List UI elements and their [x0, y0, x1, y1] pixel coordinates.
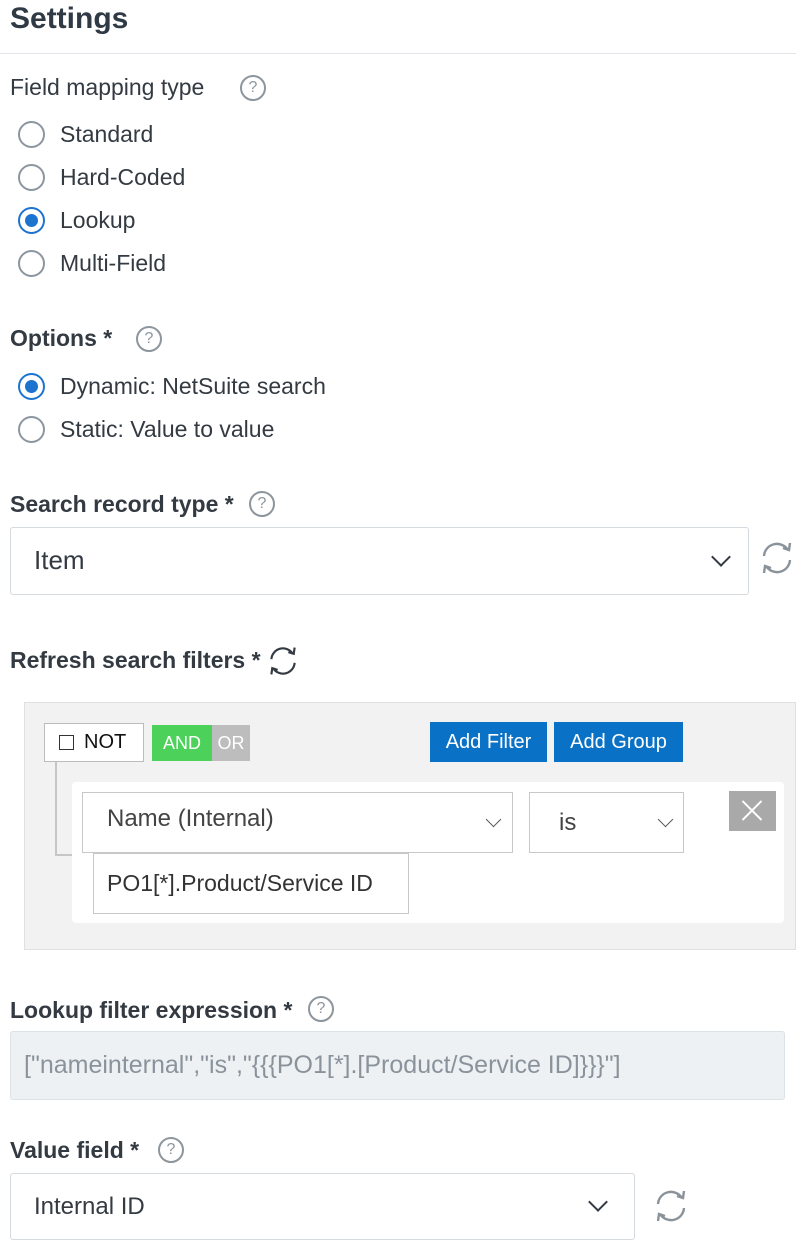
radio-static-label: Static: Value to value	[60, 415, 275, 442]
chevron-down-icon	[485, 811, 502, 828]
refresh-filters-icon[interactable]	[266, 644, 300, 678]
search-record-type-select[interactable]: Item	[10, 527, 749, 595]
filter-operator-value: is	[559, 809, 577, 836]
search-record-type-label: Search record type *	[10, 491, 234, 517]
refresh-search-filters-label: Refresh search filters *	[10, 647, 261, 673]
value-field-value: Internal ID	[34, 1193, 145, 1220]
value-field-label: Value field *	[10, 1137, 140, 1163]
lookup-filter-expression-field[interactable]: ["nameinternal","is","{{{PO1[*].[Product…	[10, 1031, 785, 1100]
options-help-icon[interactable]: ?	[136, 326, 162, 352]
options-label: Options *	[10, 325, 113, 351]
not-label: NOT	[84, 731, 127, 753]
radio-dynamic-netsuite-search[interactable]: Dynamic: NetSuite search	[18, 371, 326, 401]
title-divider	[0, 53, 796, 54]
page-title: Settings	[10, 2, 129, 35]
search-record-help-icon[interactable]: ?	[249, 491, 275, 517]
add-group-button[interactable]: Add Group	[554, 722, 683, 762]
radio-standard-label: Standard	[60, 120, 154, 147]
filter-field-select[interactable]: Name (Internal)	[82, 792, 513, 853]
or-button[interactable]: OR	[212, 725, 250, 761]
radio-multi-field-control[interactable]	[18, 249, 45, 277]
not-toggle[interactable]: NOT	[44, 723, 144, 762]
radio-multi-field[interactable]: Multi-Field	[18, 248, 166, 278]
filter-field-value: Name (Internal)	[107, 805, 274, 832]
remove-rule-close-icon[interactable]	[729, 791, 776, 831]
lookup-filter-expression-label: Lookup filter expression *	[10, 997, 293, 1023]
radio-dynamic-label: Dynamic: NetSuite search	[60, 372, 326, 399]
tree-connector-branch	[55, 854, 73, 856]
value-field-help-icon[interactable]: ?	[158, 1137, 184, 1163]
radio-standard[interactable]: Standard	[18, 119, 153, 149]
radio-lookup-label: Lookup	[60, 206, 136, 233]
radio-static-value-to-value[interactable]: Static: Value to value	[18, 414, 274, 444]
radio-hard-coded[interactable]: Hard-Coded	[18, 162, 185, 192]
radio-hard-coded-label: Hard-Coded	[60, 163, 186, 190]
refresh-value-field-icon[interactable]	[653, 1187, 689, 1225]
radio-static-control[interactable]	[18, 415, 45, 443]
add-filter-button[interactable]: Add Filter	[430, 722, 547, 762]
chevron-down-icon	[657, 811, 674, 828]
field-mapping-type-label: Field mapping type	[10, 74, 205, 100]
lookup-filter-help-icon[interactable]: ?	[308, 996, 334, 1022]
radio-standard-control[interactable]	[18, 120, 45, 148]
radio-lookup-control[interactable]	[18, 206, 45, 234]
value-field-select[interactable]: Internal ID	[10, 1173, 635, 1240]
radio-multi-field-label: Multi-Field	[60, 249, 167, 276]
field-mapping-help-icon[interactable]: ?	[240, 75, 266, 101]
search-record-type-value: Item	[34, 545, 85, 575]
radio-dynamic-control[interactable]	[18, 372, 45, 400]
and-button[interactable]: AND	[152, 725, 212, 761]
chevron-down-icon	[711, 547, 731, 567]
radio-lookup[interactable]: Lookup	[18, 205, 135, 235]
refresh-icon[interactable]	[759, 539, 795, 577]
filter-value-input[interactable]: PO1[*].Product/Service ID	[93, 853, 409, 914]
tree-connector	[55, 762, 57, 856]
radio-hard-coded-control[interactable]	[18, 163, 45, 191]
not-checkbox[interactable]	[59, 735, 74, 750]
filter-operator-select[interactable]: is	[529, 792, 684, 853]
chevron-down-icon	[588, 1192, 608, 1212]
